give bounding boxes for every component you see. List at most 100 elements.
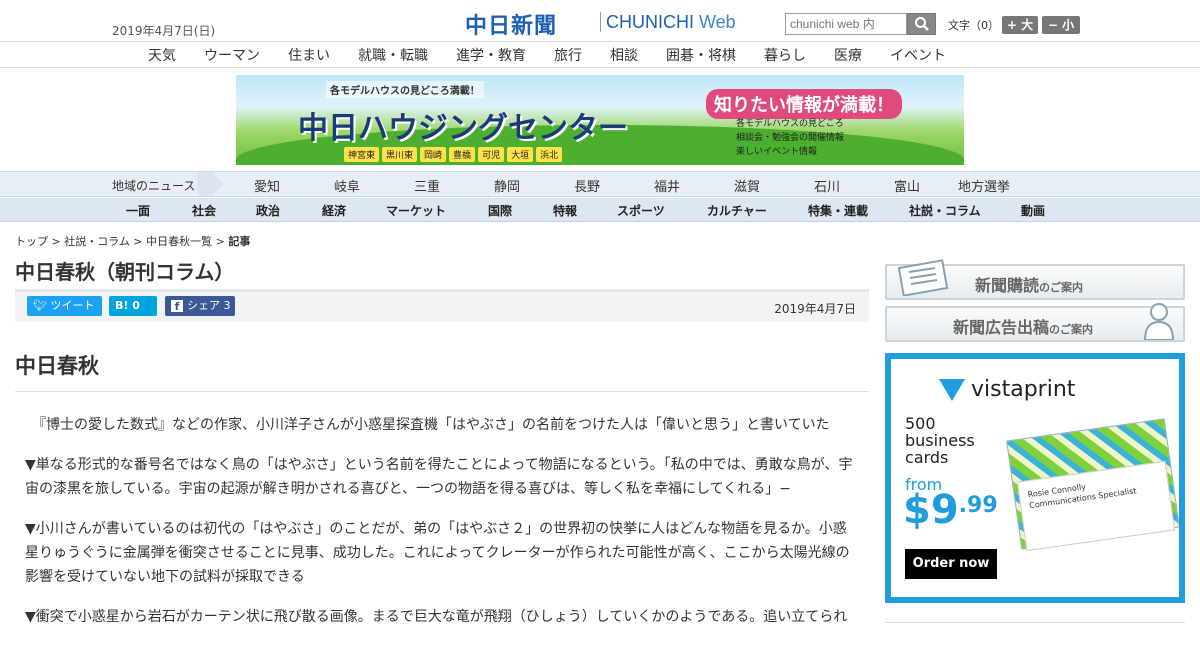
advertise-label: 新聞広告出稿のご案内 bbox=[953, 314, 1093, 338]
vistaprint-logo-icon bbox=[939, 379, 965, 401]
mainnav-features[interactable]: 特集・連載 bbox=[808, 202, 868, 219]
mainnav-culture[interactable]: カルチャー bbox=[707, 202, 767, 219]
tweet-button[interactable]: 🐦︎ ツイート bbox=[27, 296, 102, 316]
region-nav-label: 地域のニュース bbox=[112, 179, 196, 193]
ad-headline-line: cards bbox=[905, 448, 949, 467]
housing-center-banner[interactable]: 各モデルハウスの見どころ満載！ 中日ハウジングセンター 知りたい情報が満載！ 各… bbox=[236, 75, 964, 165]
banner-info-item: 各モデルハウスの見どころ bbox=[736, 119, 844, 129]
font-smaller-button[interactable]: − 小 bbox=[1042, 16, 1080, 34]
banner-city: 神宮東 bbox=[344, 147, 380, 162]
font-size-label: 文字（0） bbox=[948, 19, 999, 32]
advertise-label-main: 新聞広告出稿 bbox=[953, 318, 1050, 337]
nav-medical[interactable]: 医療 bbox=[834, 45, 862, 65]
vistaprint-ad[interactable]: vistaprint 500 business cards from $9.99… bbox=[885, 353, 1185, 603]
ad-price-cents: .99 bbox=[958, 493, 998, 518]
article-title: 中日春秋 bbox=[15, 354, 99, 378]
ad-headline-line: business bbox=[905, 431, 975, 450]
region-aichi[interactable]: 愛知 bbox=[254, 176, 280, 195]
advertise-button[interactable]: 新聞広告出稿のご案内 bbox=[885, 303, 1185, 342]
font-larger-button[interactable]: + 大 bbox=[1002, 16, 1038, 34]
region-gifu[interactable]: 岐阜 bbox=[334, 176, 360, 195]
region-shiga[interactable]: 滋賀 bbox=[734, 176, 760, 195]
banner-city: 岡崎 bbox=[420, 147, 447, 162]
nav-woman[interactable]: ウーマン bbox=[204, 45, 260, 65]
nav-living[interactable]: 暮らし bbox=[764, 45, 806, 65]
breadcrumb-current: 記事 bbox=[228, 235, 251, 248]
mainnav-front[interactable]: 一面 bbox=[126, 202, 150, 219]
subscribe-button[interactable]: 新聞購読のご案内 bbox=[885, 259, 1185, 300]
order-now-button[interactable]: Order now bbox=[905, 549, 997, 579]
mainnav-politics[interactable]: 政治 bbox=[256, 202, 280, 219]
mainnav-video[interactable]: 動画 bbox=[1021, 202, 1045, 219]
banner-city: 浜北 bbox=[536, 147, 563, 162]
banner-city: 豊橋 bbox=[449, 147, 476, 162]
region-fukui[interactable]: 福井 bbox=[654, 176, 680, 195]
article-paragraph: ▼小川さんが書いているのは初代の「はやぶさ」のことだが、弟の「はやぶさ２」の世界… bbox=[25, 521, 850, 585]
banner-city: 黒川東 bbox=[382, 147, 418, 162]
nav-events[interactable]: イベント bbox=[890, 45, 946, 65]
mainnav-society[interactable]: 社会 bbox=[192, 202, 216, 219]
mainnav-editorials[interactable]: 社説・コラム bbox=[909, 202, 981, 219]
site-search-input[interactable] bbox=[785, 13, 907, 35]
search-button[interactable] bbox=[907, 13, 936, 35]
subscribe-label-small: のご案内 bbox=[1039, 281, 1084, 294]
share-bar: 🐦︎ ツイート B! 0 f シェア 3 2019年4月7日 bbox=[15, 289, 869, 322]
current-date: 2019年4月7日(日) bbox=[112, 24, 216, 38]
site-logo-en[interactable]: CHUNICHI Web bbox=[606, 12, 736, 33]
newspaper-icon bbox=[897, 259, 949, 296]
breadcrumb-editorials[interactable]: 社説・コラム bbox=[64, 235, 130, 248]
nav-go-shogi[interactable]: 囲碁・将棋 bbox=[666, 45, 736, 65]
region-shizuoka[interactable]: 静岡 bbox=[494, 176, 520, 195]
top-bar: 2019年4月7日(日) 中日新聞 CHUNICHI Web 文字（0） + 大… bbox=[0, 0, 1200, 42]
search-icon bbox=[914, 17, 929, 31]
person-icon bbox=[1143, 303, 1175, 340]
mainnav-economy[interactable]: 経済 bbox=[322, 202, 346, 219]
region-nav: 地域のニュース 愛知 岐阜 三重 静岡 長野 福井 滋賀 石川 富山 地方選挙 bbox=[0, 171, 1200, 197]
mainnav-sports[interactable]: スポーツ bbox=[617, 202, 665, 219]
facebook-share-label: シェア 3 bbox=[187, 299, 231, 312]
nav-housing[interactable]: 住まい bbox=[288, 45, 330, 65]
hatena-bookmark-button[interactable]: B! 0 bbox=[109, 296, 157, 316]
facebook-share-button[interactable]: f シェア 3 bbox=[165, 296, 235, 316]
site-logo[interactable]: 中日新聞 bbox=[465, 8, 557, 40]
article-body: 『博士の愛した数式』などの作家、小川洋子さんが小惑星探査機「はやぶさ」の名前をつ… bbox=[25, 413, 860, 645]
region-ishikawa[interactable]: 石川 bbox=[814, 176, 840, 195]
ad-price: $9.99 bbox=[903, 487, 998, 533]
mainnav-international[interactable]: 国際 bbox=[488, 202, 512, 219]
banner-info-item: 相談会・勉強会の開催情報 bbox=[736, 133, 845, 143]
breadcrumb-top[interactable]: トップ bbox=[15, 235, 48, 248]
advertise-label-small: のご案内 bbox=[1049, 323, 1094, 336]
nav-education[interactable]: 進学・教育 bbox=[456, 45, 526, 65]
mainnav-market[interactable]: マーケット bbox=[386, 202, 446, 219]
region-mie[interactable]: 三重 bbox=[414, 176, 440, 195]
article-paragraph: ▼衝突で小惑星から岩石がカーテン状に飛び散る画像。まるで巨大な竜が飛翔（ひしょう… bbox=[25, 609, 848, 625]
sidebar-divider bbox=[885, 622, 1185, 623]
nav-travel[interactable]: 旅行 bbox=[554, 45, 582, 65]
mainnav-special[interactable]: 特報 bbox=[553, 202, 577, 219]
banner-title: 中日ハウジングセンター bbox=[298, 111, 628, 146]
subscribe-label: 新聞購読のご案内 bbox=[975, 272, 1083, 296]
facebook-icon: f bbox=[171, 300, 183, 313]
banner-info-item: 楽しいイベント情報 bbox=[736, 147, 818, 157]
breadcrumb-separator: > bbox=[212, 235, 229, 248]
breadcrumb-column-list[interactable]: 中日春秋一覧 bbox=[146, 235, 212, 248]
ad-headline: 500 business cards bbox=[905, 415, 975, 466]
tweet-label: ツイート bbox=[50, 299, 95, 312]
page-title: 中日春秋（朝刊コラム） bbox=[15, 260, 235, 284]
article-paragraph: ▼単なる形式的な番号名ではなく鳥の「はやぶさ」という名前を得たことによって物語に… bbox=[25, 457, 853, 497]
nav-advice[interactable]: 相談 bbox=[610, 45, 638, 65]
region-local-elections[interactable]: 地方選挙 bbox=[958, 176, 1010, 195]
banner-city: 可児 bbox=[478, 147, 505, 162]
ad-price-main: $9 bbox=[903, 487, 959, 533]
nav-jobs[interactable]: 就職・転職 bbox=[358, 45, 428, 65]
banner-badge: 知りたい情報が満載！ bbox=[706, 89, 902, 119]
title-divider bbox=[15, 391, 869, 392]
logo-en-text: CHUNICHI bbox=[606, 12, 694, 32]
nav-weather[interactable]: 天気 bbox=[148, 45, 176, 65]
subscribe-label-main: 新聞購読 bbox=[975, 276, 1040, 295]
region-toyama[interactable]: 富山 bbox=[894, 176, 920, 195]
banner-subtitle: 各モデルハウスの見どころ満載！ bbox=[326, 81, 484, 98]
article-paragraph: 『博士の愛した数式』などの作家、小川洋子さんが小惑星探査機「はやぶさ」の名前をつ… bbox=[25, 417, 830, 433]
ad-headline-line: 500 bbox=[905, 414, 936, 433]
region-nagano[interactable]: 長野 bbox=[574, 176, 600, 195]
